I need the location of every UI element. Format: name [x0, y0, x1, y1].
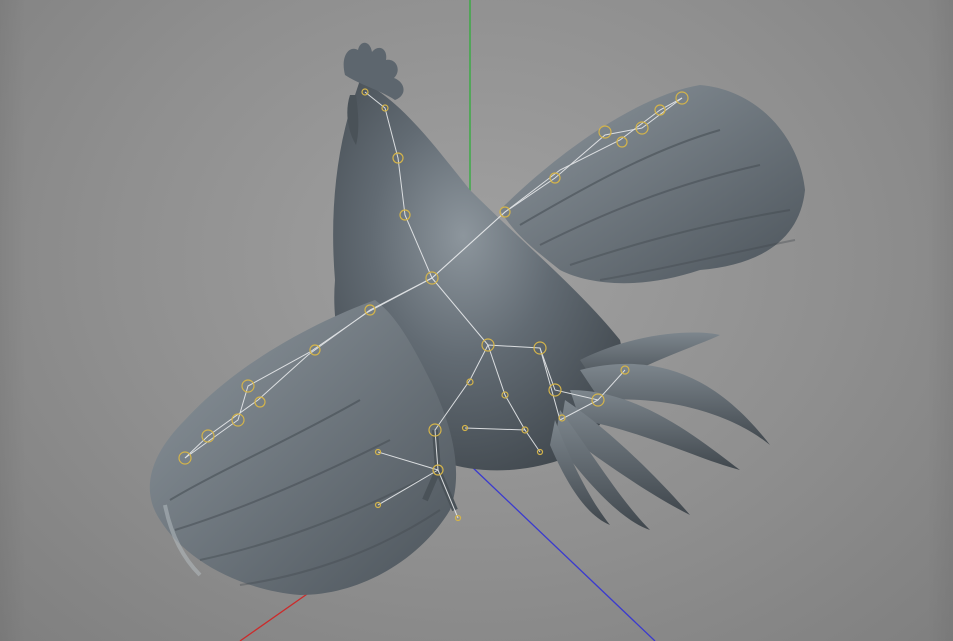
- scene-canvas[interactable]: [0, 0, 953, 641]
- tail-feathers[interactable]: [550, 332, 770, 530]
- z-axis-line: [469, 464, 656, 641]
- 3d-viewport[interactable]: [0, 0, 953, 641]
